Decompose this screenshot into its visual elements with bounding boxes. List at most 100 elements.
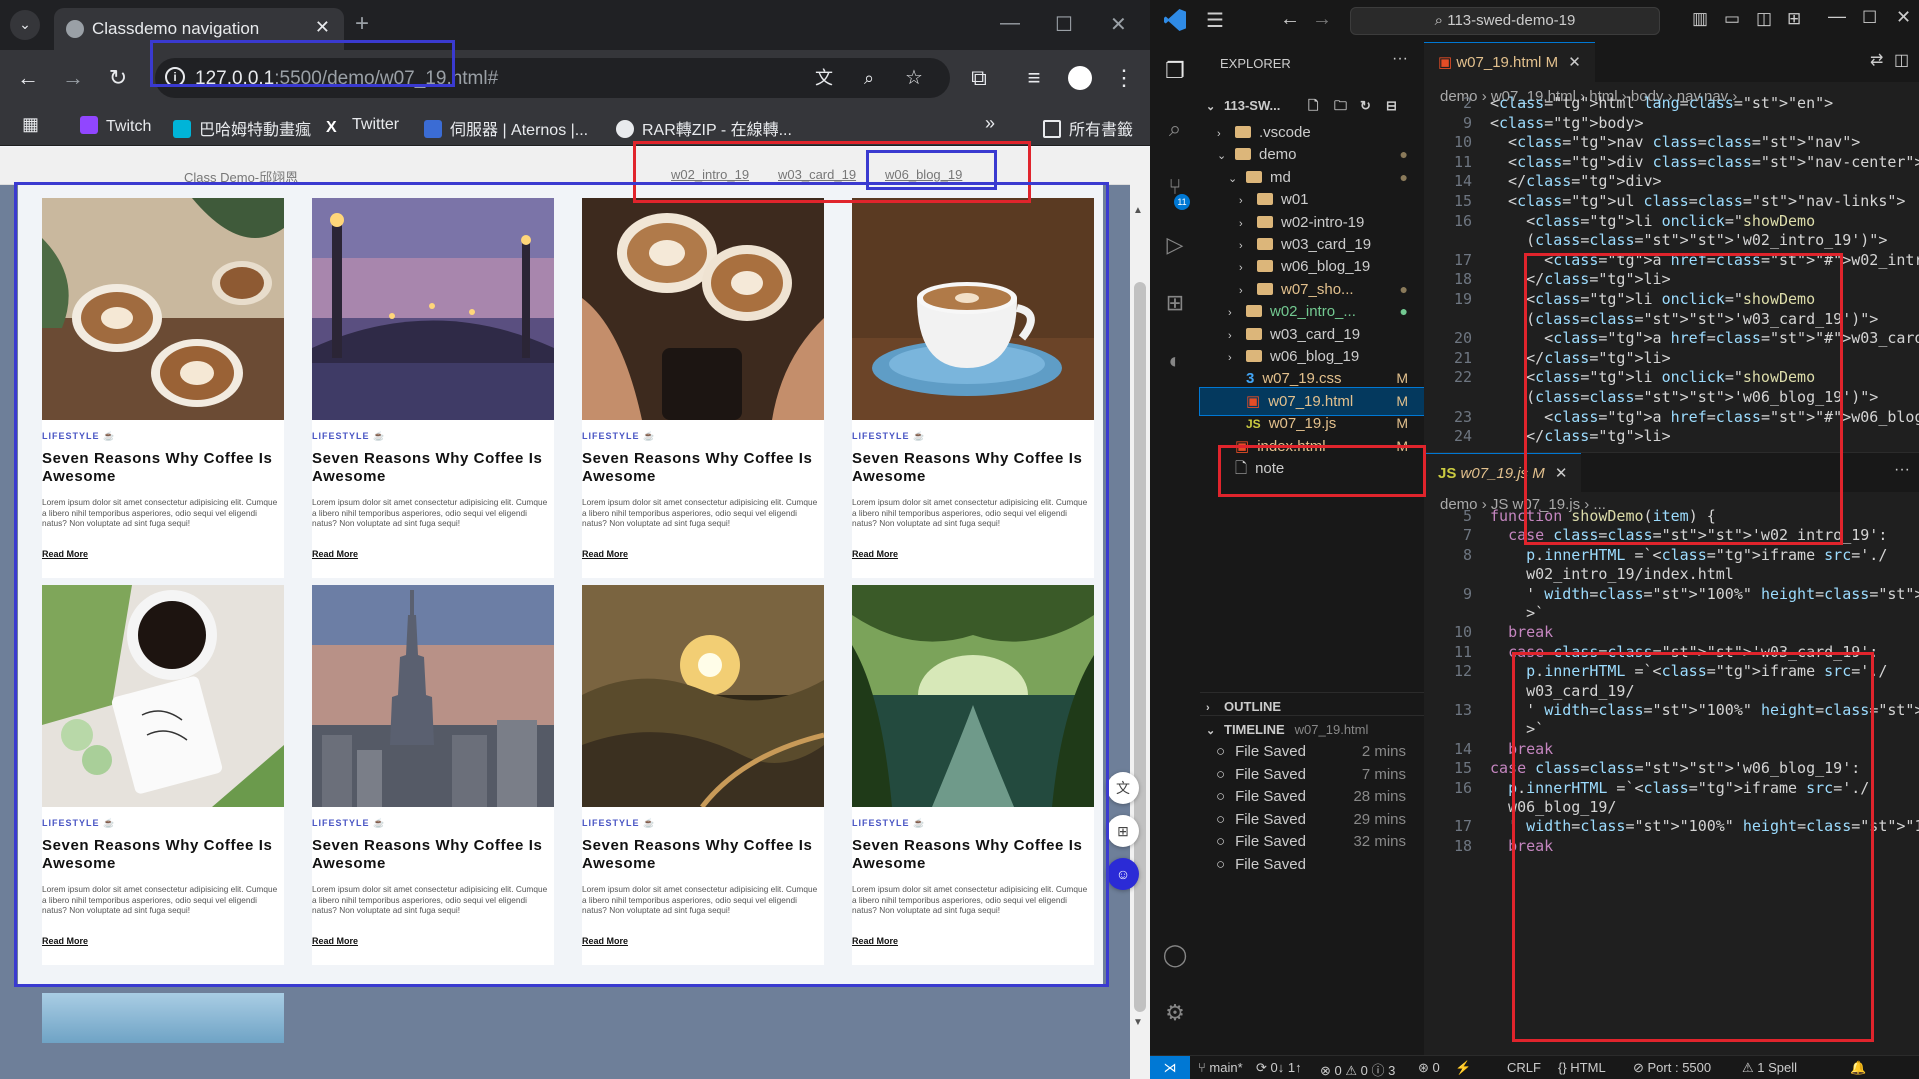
tab-search-button[interactable]: ⌄ xyxy=(10,10,40,40)
code-line[interactable]: </class="tg">div> xyxy=(1490,172,1662,190)
toggle-secondary-icon[interactable]: ◫ xyxy=(1756,9,1772,29)
bookmark-twitter[interactable]: X Twitter xyxy=(326,116,399,137)
code-line[interactable]: p.innerHTML =`<class="tg">iframe src='./ xyxy=(1490,546,1887,564)
settings-gear-icon[interactable]: ⚙ xyxy=(1161,1000,1189,1028)
more-actions-icon[interactable]: ··· xyxy=(1392,50,1408,68)
code-line[interactable]: (class=class="st">"st">'w03_card_19')"> xyxy=(1490,310,1878,328)
code-line[interactable]: w02_intro_19/index.html xyxy=(1490,565,1734,583)
extensions-icon[interactable]: ⊞ xyxy=(1161,290,1189,318)
code-line[interactable]: </class="tg">li> xyxy=(1490,349,1671,367)
close-window-icon[interactable]: ✕ xyxy=(1110,12,1127,37)
scroll-down-icon[interactable]: ▼ xyxy=(1133,1017,1143,1028)
media-icon[interactable]: ≡ xyxy=(1020,64,1048,92)
code-line[interactable]: ' width=class="st">"100%" height=class="… xyxy=(1490,701,1919,719)
close-tab-icon[interactable]: ✕ xyxy=(1568,54,1581,71)
code-line[interactable]: ' width=class="st">"100%" height=class="… xyxy=(1490,817,1919,835)
grid-side-icon[interactable]: ⊞ xyxy=(1107,815,1139,847)
code-line[interactable]: p.innerHTML =`<class="tg">iframe src='./ xyxy=(1490,779,1869,797)
more-actions-icon[interactable]: ··· xyxy=(1894,461,1910,479)
code-line[interactable]: break xyxy=(1490,837,1553,855)
reload-icon[interactable]: ↻ xyxy=(104,64,132,92)
nav-back-icon[interactable]: ← xyxy=(1280,8,1300,31)
sync-status[interactable]: ⟳ 0↓ 1↑ xyxy=(1256,1060,1302,1076)
code-line[interactable]: case class=class="st">"st">'w03_card_19'… xyxy=(1490,643,1878,661)
menu-hamburger-icon[interactable]: ☰ xyxy=(1206,8,1224,33)
code-line[interactable]: </class="tg">li> xyxy=(1490,270,1671,288)
remote-indicator-icon[interactable]: ⋊ xyxy=(1150,1056,1190,1079)
translate-side-icon[interactable]: 文 xyxy=(1107,772,1139,804)
address-bar[interactable]: i 127.0.0.1:5500/demo/w07_19.html# 文 ⌕ ☆ xyxy=(155,58,950,98)
workspace-header[interactable]: ⌄ 113-SW... 🗋 🗀 ↻ ⊟ xyxy=(1200,92,1424,119)
code-line[interactable]: p.innerHTML =`<class="tg">iframe src='./ xyxy=(1490,662,1887,680)
eol-status[interactable]: CRLF xyxy=(1507,1060,1541,1075)
code-line[interactable]: <class="tg">a href=class="st">"#">w03_ca… xyxy=(1490,329,1919,347)
code-line[interactable]: w06_blog_19/ xyxy=(1490,798,1616,816)
code-line[interactable]: (class=class="st">"st">'w06_blog_19')"> xyxy=(1490,388,1878,406)
nav-link-w02[interactable]: w02_intro_19 xyxy=(671,167,749,182)
remote-icon[interactable]: ◐ xyxy=(1161,348,1189,376)
code-line[interactable]: break xyxy=(1490,740,1553,758)
split-editor-icon[interactable]: ◫ xyxy=(1894,50,1909,70)
lightning-icon[interactable]: ⚡ xyxy=(1455,1060,1471,1076)
code-line[interactable]: break xyxy=(1490,623,1553,641)
code-line[interactable]: <class="tg">div class=class="st">"nav-ce… xyxy=(1490,153,1919,171)
code-line[interactable]: (class=class="st">"st">'w02_intro_19')"> xyxy=(1490,231,1887,249)
command-center[interactable]: ⌕ 113-swed-demo-19 xyxy=(1350,7,1660,35)
bookmarks-overflow[interactable]: » xyxy=(985,113,995,134)
close-tab-icon[interactable]: ✕ xyxy=(1555,465,1568,482)
code-line[interactable]: </class="tg">li> xyxy=(1490,427,1671,445)
site-info-icon[interactable]: i xyxy=(165,67,185,87)
extensions-icon[interactable]: ⧉ xyxy=(965,64,993,92)
code-line[interactable]: <class="tg">a href=class="st">"#">w02_in… xyxy=(1490,251,1919,269)
code-line[interactable]: function showDemo(item) { xyxy=(1490,507,1716,525)
browser-tab[interactable]: Classdemo navigation ✕ xyxy=(54,8,344,50)
tree-item[interactable]: 🗋 note xyxy=(1200,455,1424,482)
code-line[interactable]: <class="tg">a href=class="st">"#">w06_bl… xyxy=(1490,408,1919,426)
layout-icon[interactable]: ⊞ xyxy=(1787,9,1801,29)
nav-link-w06[interactable]: w06_blog_19 xyxy=(885,167,962,182)
nav-link-w03[interactable]: w03_card_19 xyxy=(778,167,856,182)
refresh-icon[interactable]: ↻ xyxy=(1360,92,1371,119)
read-more-link[interactable]: Read More xyxy=(582,936,628,946)
scroll-up-icon[interactable]: ▲ xyxy=(1133,205,1143,216)
profile-avatar[interactable] xyxy=(1068,66,1092,90)
code-line[interactable]: ' width=class="st">"100%" height=class="… xyxy=(1490,585,1919,603)
all-bookmarks[interactable]: 所有書籤 xyxy=(1043,116,1133,140)
bookmark-rar-zip[interactable]: RAR轉ZIP - 在線轉... xyxy=(616,116,792,140)
back-icon[interactable]: ← xyxy=(14,64,42,92)
tab-w07-19-js[interactable]: JS w07_19.js M ✕ xyxy=(1424,453,1582,493)
read-more-link[interactable]: Read More xyxy=(42,549,88,559)
code-line[interactable]: w03_card_19/ xyxy=(1490,682,1634,700)
read-more-link[interactable]: Read More xyxy=(582,549,628,559)
toggle-sidebar-icon[interactable]: ▥ xyxy=(1692,9,1708,29)
bookmark-aternos[interactable]: 伺服器 | Aternos |... xyxy=(424,116,588,140)
code-line[interactable]: <class="tg">li onclick="showDemo xyxy=(1490,290,1815,308)
collapse-icon[interactable]: ⊟ xyxy=(1386,92,1397,119)
code-line[interactable]: case class=class="st">"st">'w02_intro_19… xyxy=(1490,526,1887,544)
read-more-link[interactable]: Read More xyxy=(312,936,358,946)
translate-icon[interactable]: 文 xyxy=(810,64,838,92)
scrollbar-thumb[interactable] xyxy=(1134,282,1146,1012)
code-line[interactable]: <class="tg">html lang=class="st">"en"> xyxy=(1490,94,1833,112)
new-file-icon[interactable]: 🗋 xyxy=(1308,92,1318,119)
code-line[interactable]: <class="tg">nav class=class="st">"nav"> xyxy=(1490,133,1860,151)
files-icon[interactable]: ❐ xyxy=(1161,58,1189,86)
zoom-icon[interactable]: ⌕ xyxy=(855,64,883,92)
apps-icon[interactable]: ▦ xyxy=(22,114,39,135)
toggle-panel-icon[interactable]: ▭ xyxy=(1724,9,1740,29)
run-debug-icon[interactable]: ▷ xyxy=(1161,232,1189,260)
read-more-link[interactable]: Read More xyxy=(852,936,898,946)
code-line[interactable]: <class="tg">li onclick="showDemo xyxy=(1490,368,1815,386)
forward-icon[interactable]: → xyxy=(59,64,87,92)
live-server-status[interactable]: ⊘ Port : 5500 xyxy=(1633,1060,1711,1076)
ports-status[interactable]: ⊛ 0 xyxy=(1418,1060,1440,1076)
code-line[interactable]: <class="tg">body> xyxy=(1490,114,1644,132)
maximize-icon[interactable]: ☐ xyxy=(1862,8,1877,28)
code-line[interactable]: >` xyxy=(1490,604,1544,622)
close-tab-icon[interactable]: ✕ xyxy=(315,17,330,38)
new-folder-icon[interactable]: 🗀 xyxy=(1334,92,1347,119)
nav-forward-icon[interactable]: → xyxy=(1312,8,1332,31)
code-line[interactable]: >` xyxy=(1490,720,1544,738)
read-more-link[interactable]: Read More xyxy=(852,549,898,559)
bookmark-star-icon[interactable]: ☆ xyxy=(900,64,928,92)
